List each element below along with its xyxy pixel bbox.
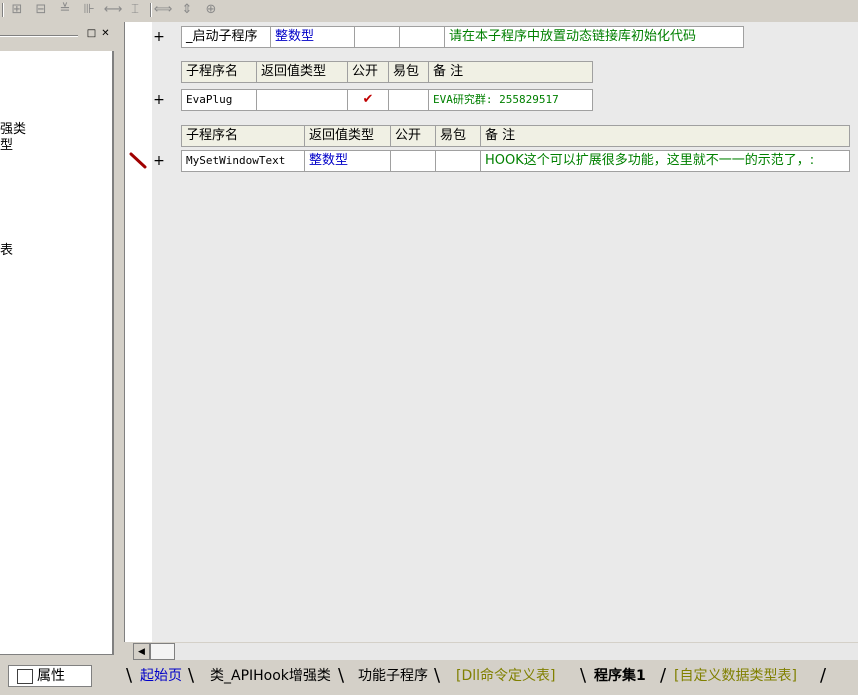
subroutine-name[interactable]: _启动子程序 <box>181 26 271 48</box>
remark[interactable]: EVA研究群: 255829517 <box>429 89 593 111</box>
header-name: 子程序名 <box>181 125 305 147</box>
tab-function-subroutines[interactable]: 功能子程序 <box>358 665 428 687</box>
table-row: MySetWindowText 整数型 HOOK这个可以扩展很多功能，这里就不一… <box>181 150 850 172</box>
table-header: 子程序名 返回值类型 公开 易包 备 注 <box>181 125 850 147</box>
horizontal-scrollbar[interactable]: ◀ <box>133 643 858 660</box>
properties-button[interactable]: 属性 <box>8 665 92 687</box>
public-flag[interactable] <box>355 26 400 48</box>
table-row: _启动子程序 整数型 请在本子程序中放置动态链接库初始化代码 <box>181 26 744 48</box>
scroll-left-icon[interactable]: ◀ <box>133 643 150 660</box>
tab-divider: \ <box>126 665 133 686</box>
properties-label: 属性 <box>37 668 65 684</box>
tab-divider: \ <box>188 665 195 686</box>
header-easy: 易包 <box>389 61 429 83</box>
subroutine-name[interactable]: EvaPlug <box>181 89 257 111</box>
same-height-icon[interactable]: ⌶ <box>126 1 144 17</box>
toolbar-separator <box>2 3 4 17</box>
scroll-thumb[interactable] <box>150 643 175 660</box>
header-note: 备 注 <box>429 61 593 83</box>
header-note: 备 注 <box>481 125 850 147</box>
tab-divider: \ <box>338 665 345 686</box>
tab-assembly-1[interactable]: 程序集1 <box>594 665 646 687</box>
panel-switcher: 属性 <box>0 660 122 695</box>
tab-start-page[interactable]: 起始页 <box>140 665 182 687</box>
align-middle-icon[interactable]: ⊪ <box>80 1 98 17</box>
align-center-icon[interactable]: ⊟ <box>32 1 50 17</box>
tab-divider: / <box>660 665 667 686</box>
remark[interactable]: 请在本子程序中放置动态链接库初始化代码 <box>445 26 744 48</box>
table-row: EvaPlug ✔ EVA研究群: 255829517 <box>181 89 593 111</box>
tab-divider: / <box>820 665 827 686</box>
designer-toolbar: ⊞ ⊟ ≚ ⊪ ⟷ ⌶ ⟺ ⇕ ⊕ <box>0 0 858 19</box>
header-return-type: 返回值类型 <box>257 61 348 83</box>
expand-icon[interactable]: + <box>152 29 166 45</box>
expand-icon[interactable]: + <box>152 92 166 108</box>
tab-divider: \ <box>434 665 441 686</box>
align-left-icon[interactable]: ⊞ <box>8 1 26 17</box>
tab-divider: \ <box>580 665 587 686</box>
header-easy: 易包 <box>436 125 481 147</box>
tab-dll-commands[interactable]: [Dll命令定义表] <box>456 665 555 687</box>
subroutine-name[interactable]: MySetWindowText <box>181 150 305 172</box>
project-tree[interactable]: 强类 型 表 <box>0 51 114 655</box>
return-type[interactable] <box>257 89 348 111</box>
restore-icon[interactable]: □ <box>86 29 97 39</box>
header-public: 公开 <box>391 125 436 147</box>
code-editor[interactable]: + _启动子程序 整数型 请在本子程序中放置动态链接库初始化代码 子程序名 返回… <box>152 22 858 642</box>
close-icon[interactable]: ✕ <box>100 29 111 39</box>
public-flag[interactable] <box>391 150 436 172</box>
table-header: 子程序名 返回值类型 公开 易包 备 注 <box>181 61 593 83</box>
editor-gutter <box>124 22 153 642</box>
return-type[interactable]: 整数型 <box>271 26 355 48</box>
vertical-space-icon[interactable]: ⇕ <box>178 1 196 17</box>
easy-flag[interactable] <box>400 26 445 48</box>
tree-item[interactable]: 表 <box>0 239 13 258</box>
header-return-type: 返回值类型 <box>305 125 391 147</box>
same-width-icon[interactable]: ⟷ <box>104 1 123 17</box>
document-tabs: \ 起始页 \ 类_APIHook增强类 \ 功能子程序 \ [Dll命令定义表… <box>126 660 858 695</box>
tab-class-apihook[interactable]: 类_APIHook增强类 <box>210 665 331 687</box>
horizontal-space-icon[interactable]: ⟺ <box>154 1 173 17</box>
panel-titlebar: □ ✕ <box>0 28 122 42</box>
pencil-icon <box>129 152 147 169</box>
expand-icon[interactable]: + <box>152 153 166 169</box>
return-type[interactable]: 整数型 <box>305 150 391 172</box>
tree-item[interactable]: 型 <box>0 134 13 153</box>
center-icon[interactable]: ⊕ <box>202 1 220 17</box>
public-check-icon[interactable]: ✔ <box>348 89 389 111</box>
header-name: 子程序名 <box>181 61 257 83</box>
properties-icon <box>17 669 33 684</box>
tab-custom-data-types[interactable]: [自定义数据类型表] <box>674 665 797 687</box>
easy-flag[interactable] <box>436 150 481 172</box>
toolbar-separator <box>150 3 152 17</box>
align-top-icon[interactable]: ≚ <box>56 1 74 17</box>
titlebar-grip <box>0 35 78 37</box>
left-panel: □ ✕ 强类 型 表 <box>0 22 122 655</box>
easy-flag[interactable] <box>389 89 429 111</box>
remark[interactable]: HOOK这个可以扩展很多功能，这里就不一一的示范了，: <box>481 150 850 172</box>
header-public: 公开 <box>348 61 389 83</box>
